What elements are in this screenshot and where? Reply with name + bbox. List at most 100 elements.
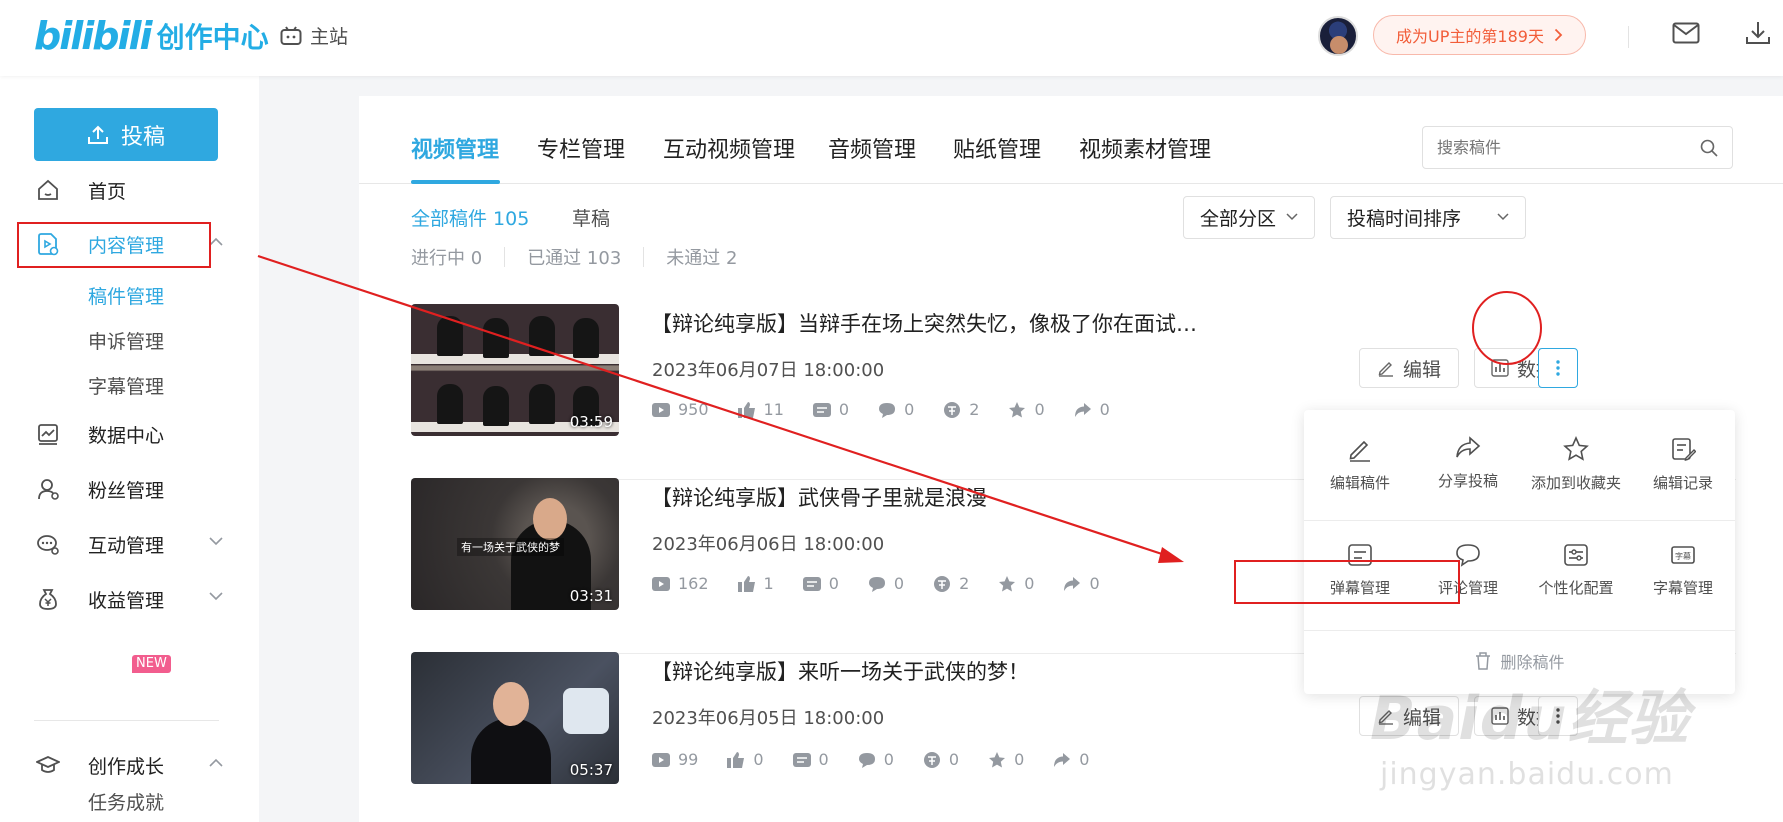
- stat-likes: 11: [737, 400, 784, 419]
- search-input[interactable]: [1423, 127, 1683, 168]
- sidebar-item-label: 互动管理: [88, 534, 165, 557]
- play-icon: [652, 576, 670, 591]
- comment-icon: [868, 576, 885, 592]
- star-icon: [999, 575, 1016, 591]
- sidebar-item-earnings[interactable]: 收益管理: [0, 579, 259, 619]
- mail-icon[interactable]: [1672, 22, 1700, 44]
- share-icon: [1064, 576, 1081, 591]
- video-date: 2023年06月06日 18:00:00: [652, 534, 885, 555]
- video-duration: 03:59: [569, 413, 613, 431]
- sidebar-item-label: 数据中心: [88, 424, 165, 447]
- menu-item-comment-management[interactable]: 评论管理: [1414, 543, 1522, 623]
- video-thumbnail[interactable]: 有一场关于武侠的梦 03:31: [411, 478, 619, 610]
- logo-creator-center: 创作中心: [156, 21, 269, 54]
- chevron-right-icon: [1554, 28, 1563, 42]
- video-stats: 162 1 0 0 2 0 0: [652, 574, 1129, 593]
- stat-coins: 2: [943, 400, 979, 419]
- home-icon: [38, 179, 58, 200]
- sidebar-item-home[interactable]: 首页: [0, 170, 259, 210]
- menu-item-share[interactable]: 分享投稿: [1414, 436, 1522, 516]
- menu-item-delete[interactable]: 删除稿件: [1304, 649, 1735, 673]
- download-icon[interactable]: [1745, 20, 1771, 46]
- stat-comments: 0: [878, 400, 914, 419]
- sidebar-item-interaction[interactable]: 互动管理: [0, 524, 259, 564]
- tab-bar: 视频管理 专栏管理 互动视频管理 音频管理 贴纸管理 视频素材管理: [359, 96, 1783, 184]
- bar-chart-icon: [1491, 359, 1509, 377]
- chevron-down-icon: [1286, 213, 1298, 221]
- comment-icon: [879, 402, 896, 418]
- post-button[interactable]: 投稿: [34, 108, 218, 161]
- tab-video[interactable]: 视频管理: [411, 132, 499, 164]
- status-in-progress[interactable]: 进行中 0: [411, 244, 482, 270]
- video-title[interactable]: 【辩论纯享版】武侠骨子里就是浪漫: [651, 482, 987, 512]
- edit-button[interactable]: 编辑: [1359, 348, 1459, 388]
- sort-select[interactable]: 投稿时间排序: [1330, 196, 1526, 239]
- filter-all-manuscripts[interactable]: 全部稿件 105: [411, 204, 529, 231]
- menu-item-edit-history[interactable]: 编辑记录: [1629, 436, 1737, 516]
- sidebar: 投稿 首页 内容管理 稿件管理 申诉管理 字幕管理 数据中心 粉丝管理 互动管理…: [0, 76, 259, 822]
- up-days-badge[interactable]: 成为UP主的第189天: [1373, 15, 1586, 55]
- menu-item-subtitle-management[interactable]: 字幕 字幕管理: [1629, 543, 1737, 623]
- top-bar: bilibili 创作中心 主站 成为UP主的第189天: [0, 0, 1783, 76]
- sidebar-item-label: 内容管理: [88, 234, 165, 257]
- tab-audio[interactable]: 音频管理: [828, 132, 916, 164]
- top-divider: [1628, 26, 1629, 48]
- tab-video-materials[interactable]: 视频素材管理: [1079, 132, 1211, 164]
- sidebar-sub-subtitles[interactable]: 字幕管理: [88, 372, 164, 399]
- status-rejected[interactable]: 未通过 2: [666, 244, 737, 270]
- comment-icon: [858, 752, 875, 768]
- tab-column[interactable]: 专栏管理: [537, 132, 625, 164]
- stat-favorites: 0: [998, 574, 1034, 593]
- fans-icon: [38, 479, 59, 500]
- menu-item-personalization[interactable]: 个性化配置: [1522, 543, 1630, 623]
- money-bag-icon: [39, 589, 57, 610]
- menu-section: 编辑稿件 分享投稿 添加到收藏夹 编辑记录: [1304, 410, 1735, 520]
- stat-plays: 950: [652, 400, 709, 419]
- zone-select[interactable]: 全部分区: [1183, 196, 1315, 239]
- status-separator: [504, 247, 506, 267]
- chevron-up-icon[interactable]: [209, 758, 223, 767]
- sidebar-item-growth[interactable]: 创作成长: [0, 745, 259, 785]
- coin-icon: [923, 751, 940, 768]
- video-thumbnail[interactable]: 03:59: [411, 304, 619, 436]
- filter-drafts[interactable]: 草稿: [572, 204, 610, 231]
- chevron-up-icon[interactable]: [209, 237, 223, 246]
- chevron-down-icon[interactable]: [209, 592, 223, 601]
- main-site-link[interactable]: 主站: [280, 22, 348, 49]
- sidebar-item-fans[interactable]: 粉丝管理: [0, 469, 259, 509]
- upload-icon: [87, 125, 108, 144]
- share-icon: [1054, 752, 1071, 767]
- more-options-button[interactable]: [1538, 696, 1578, 736]
- sidebar-item-content-management[interactable]: 内容管理: [0, 224, 259, 264]
- interact-icon: [37, 535, 59, 555]
- video-stats: 99 0 0 0 0 0 0: [652, 750, 1118, 769]
- avatar[interactable]: [1318, 16, 1358, 56]
- status-approved[interactable]: 已通过 103: [527, 244, 621, 270]
- video-title[interactable]: 【辩论纯享版】当辩手在场上突然失忆，像极了你在面试…: [651, 308, 1197, 338]
- search-box: [1422, 126, 1733, 169]
- tab-interactive-video[interactable]: 互动视频管理: [663, 132, 795, 164]
- danmaku-icon: [1348, 544, 1372, 566]
- logo[interactable]: bilibili 创作中心: [34, 14, 269, 58]
- status-separator: [643, 247, 645, 267]
- sidebar-sub-appeals[interactable]: 申诉管理: [88, 327, 164, 354]
- sidebar-item-data-center[interactable]: 数据中心: [0, 414, 259, 454]
- menu-item-add-favorites[interactable]: 添加到收藏夹: [1522, 436, 1630, 516]
- video-thumbnail[interactable]: 05:37: [411, 652, 619, 784]
- video-title[interactable]: 【辩论纯享版】来听一场关于武侠的梦！: [651, 656, 1029, 686]
- star-icon: [1009, 401, 1026, 417]
- new-badge: NEW: [132, 655, 171, 673]
- search-icon[interactable]: [1700, 139, 1718, 157]
- chevron-down-icon[interactable]: [209, 537, 223, 546]
- more-options-button[interactable]: [1538, 348, 1578, 388]
- subtitle-icon: 字幕: [1671, 546, 1695, 564]
- sidebar-item-label: 首页: [88, 180, 127, 203]
- tab-stickers[interactable]: 贴纸管理: [953, 132, 1041, 164]
- edit-button[interactable]: 编辑: [1359, 696, 1459, 736]
- stat-likes: 0: [727, 750, 764, 769]
- sidebar-sub-manuscripts[interactable]: 稿件管理: [88, 282, 164, 309]
- sidebar-sub-tasks[interactable]: 任务成就: [88, 788, 164, 815]
- menu-item-danmaku-management[interactable]: 弹幕管理: [1306, 543, 1414, 623]
- thumbnail-caption: 有一场关于武侠的梦: [457, 538, 564, 556]
- menu-item-edit-manuscript[interactable]: 编辑稿件: [1306, 436, 1414, 516]
